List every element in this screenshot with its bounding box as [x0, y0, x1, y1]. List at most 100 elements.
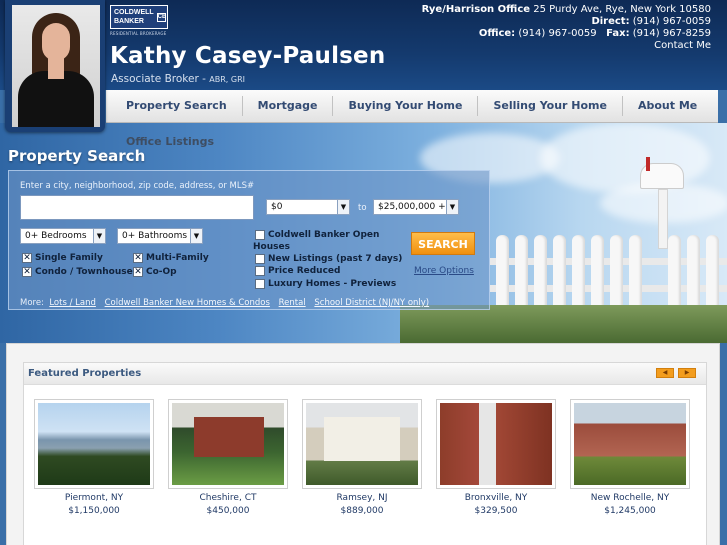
nav-selling-your-home[interactable]: Selling Your Home: [478, 96, 623, 116]
property-price: $1,150,000: [68, 506, 120, 516]
nav-office-listings[interactable]: Office Listings: [126, 135, 214, 148]
featured-header: Featured Properties ◀ ▶: [24, 363, 706, 385]
checkbox-co-op[interactable]: ✕ Co-Op: [133, 267, 177, 277]
property-card[interactable]: Piermont, NY $1,150,000: [34, 399, 154, 516]
office-address: 25 Purdy Ave, Rye, New York 10580: [533, 4, 711, 15]
property-city: Piermont, NY: [64, 493, 124, 503]
office-phone: (914) 967-0059: [518, 28, 597, 39]
checkbox-single-family[interactable]: ✕ Single Family: [22, 253, 103, 263]
checkbox-multi-family[interactable]: ✕ Multi-Family: [133, 253, 209, 263]
location-search-input[interactable]: [20, 195, 254, 220]
featured-section: Featured Properties ◀ ▶ Piermont, NY $1,…: [6, 343, 720, 545]
checkbox-empty-icon: [255, 279, 265, 289]
logo-box: COLDWELL BANKER CB: [110, 5, 168, 29]
checkbox-empty-icon: [255, 230, 265, 240]
property-photo: [38, 403, 150, 485]
checkbox-open-houses[interactable]: Coldwell Banker Open: [255, 230, 379, 240]
mailbox-illustration: [640, 157, 684, 249]
bedrooms-value: 0+ Bedrooms: [25, 231, 87, 241]
checkbox-checked-icon: ✕: [133, 253, 143, 263]
chevron-down-icon: ▼: [190, 229, 202, 243]
checkbox-checked-icon: ✕: [22, 267, 32, 277]
property-price: $1,245,000: [604, 506, 656, 516]
agent-credentials: ABR, GRI: [209, 75, 245, 84]
property-search-title: Property Search: [8, 147, 146, 165]
nav-about-me[interactable]: About Me: [623, 96, 712, 116]
property-card[interactable]: Ramsey, NJ $889,000: [302, 399, 422, 516]
agent-title-text: Associate Broker -: [111, 73, 206, 85]
property-photo: [440, 403, 552, 485]
nav-property-search[interactable]: Property Search: [111, 96, 243, 116]
office-address-line: Rye/Harrison Office 25 Purdy Ave, Rye, N…: [422, 4, 711, 16]
contact-info: Rye/Harrison Office 25 Purdy Ave, Rye, N…: [422, 4, 711, 52]
property-photo: [574, 403, 686, 485]
more-link-school-district[interactable]: School District (NJ/NY only): [314, 298, 429, 308]
header: COLDWELL BANKER CB RESIDENTIAL BROKERAGE …: [0, 0, 727, 90]
agent-photo: [12, 5, 100, 127]
checkbox-empty-icon: [255, 266, 265, 276]
search-button[interactable]: SEARCH: [411, 232, 475, 255]
main-nav: Property Search Mortgage Buying Your Hom…: [106, 90, 718, 123]
search-panel: Enter a city, neighborhood, zip code, ad…: [8, 170, 490, 310]
office-phone-label: Office:: [478, 28, 516, 39]
price-min-value: $0: [271, 202, 283, 212]
open-houses-label-cont: Houses: [253, 242, 290, 252]
direct-label: Direct:: [591, 16, 630, 27]
nav-buying-your-home[interactable]: Buying Your Home: [333, 96, 479, 116]
agent-title: Associate Broker - ABR, GRI: [111, 73, 245, 85]
checkbox-empty-icon: [255, 254, 265, 264]
agent-photo-frame: [5, 0, 105, 132]
more-label: More:: [20, 298, 44, 308]
more-options-link[interactable]: More Options: [414, 266, 474, 276]
property-card[interactable]: Bronxville, NY $329,500: [436, 399, 556, 516]
price-max-value: $25,000,000 +: [378, 202, 446, 212]
office-fax-line: Office: (914) 967-0059 Fax: (914) 967-82…: [422, 28, 711, 40]
checkbox-price-reduced[interactable]: Price Reduced: [255, 266, 340, 276]
office-label: Rye/Harrison Office: [421, 4, 531, 15]
featured-properties-box: Featured Properties ◀ ▶ Piermont, NY $1,…: [23, 362, 707, 545]
checkbox-luxury-homes[interactable]: Luxury Homes - Previews: [255, 279, 396, 289]
property-city: Cheshire, CT: [199, 493, 257, 503]
more-link-lots-land[interactable]: Lots / Land: [49, 298, 96, 308]
fence-illustration: [490, 223, 727, 315]
logo-line2: BANKER: [114, 18, 144, 25]
price-max-select[interactable]: $25,000,000 + ▼: [373, 199, 459, 215]
more-link-new-homes-condos[interactable]: Coldwell Banker New Homes & Condos: [105, 298, 270, 308]
price-min-select[interactable]: $0 ▼: [266, 199, 350, 215]
fax-label: Fax:: [606, 28, 630, 39]
direct-phone: (914) 967-0059: [632, 16, 711, 27]
property-carousel: Piermont, NY $1,150,000 Cheshire, CT $45…: [34, 399, 694, 529]
direct-line: Direct: (914) 967-0059: [422, 16, 711, 28]
more-links-row: More: Lots / Land Coldwell Banker New Ho…: [20, 298, 435, 308]
contact-me-link[interactable]: Contact Me: [654, 40, 711, 51]
chevron-down-icon: ▼: [446, 200, 458, 214]
chevron-down-icon: ▼: [337, 200, 349, 214]
more-link-rental[interactable]: Rental: [279, 298, 306, 308]
nav-mortgage[interactable]: Mortgage: [243, 96, 334, 116]
search-hint: Enter a city, neighborhood, zip code, ad…: [20, 181, 255, 191]
property-price: $889,000: [340, 506, 384, 516]
grass: [400, 305, 727, 343]
prev-arrow-icon[interactable]: ◀: [656, 368, 674, 378]
logo-subtitle: RESIDENTIAL BROKERAGE: [110, 31, 167, 36]
checkbox-new-listings[interactable]: New Listings (past 7 days): [255, 254, 402, 264]
checkbox-condo-townhouse[interactable]: ✕ Condo / Townhouse: [22, 267, 133, 277]
property-price: $329,500: [474, 506, 518, 516]
property-price: $450,000: [206, 506, 250, 516]
bathrooms-value: 0+ Bathrooms: [122, 231, 188, 241]
property-photo: [172, 403, 284, 485]
checkbox-checked-icon: ✕: [22, 253, 32, 263]
property-city: Bronxville, NY: [464, 493, 528, 503]
fax-number: (914) 967-8259: [632, 28, 711, 39]
checkbox-checked-icon: ✕: [133, 267, 143, 277]
property-city: New Rochelle, NY: [590, 493, 670, 503]
property-card[interactable]: Cheshire, CT $450,000: [168, 399, 288, 516]
next-arrow-icon[interactable]: ▶: [678, 368, 696, 378]
price-to-label: to: [358, 203, 367, 213]
property-card[interactable]: New Rochelle, NY $1,245,000: [570, 399, 690, 516]
property-city: Ramsey, NJ: [336, 493, 388, 503]
bedrooms-select[interactable]: 0+ Bedrooms ▼: [20, 228, 106, 244]
coldwell-banker-logo[interactable]: COLDWELL BANKER CB RESIDENTIAL BROKERAGE: [110, 5, 170, 39]
logo-mark: CB: [156, 12, 167, 22]
bathrooms-select[interactable]: 0+ Bathrooms ▼: [117, 228, 203, 244]
